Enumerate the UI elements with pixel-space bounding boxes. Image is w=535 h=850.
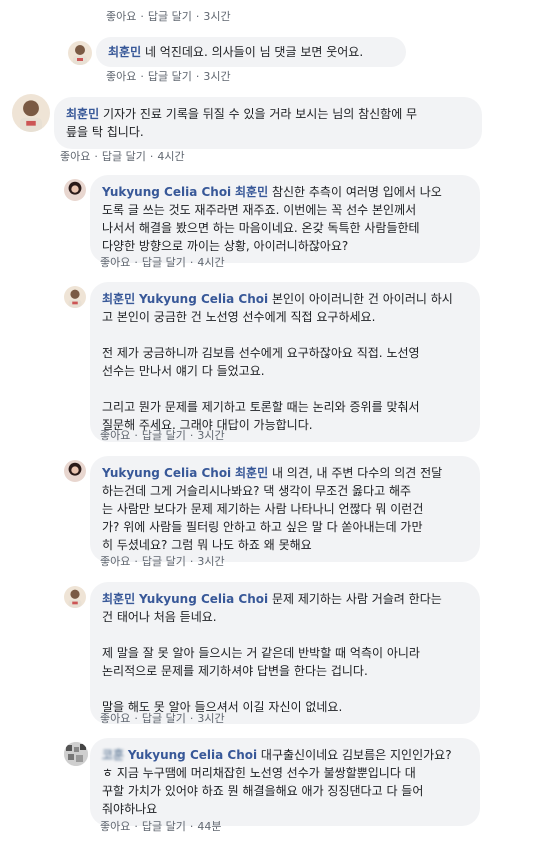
comment-text: 히 두셨네요? 그럼 뭐 나도 하죠 왜 못해요 <box>102 538 312 552</box>
comment-bubble: Yukyung Celia Choi 최훈민 내 의견, 내 주변 다수의 의견… <box>90 456 480 562</box>
author-name[interactable]: 최훈민 <box>66 107 99 121</box>
person-icon <box>68 462 82 476</box>
comment-bubble: 최훈민 기자가 진료 기록을 뒤질 수 있을 거라 보시는 님의 참신함에 무 … <box>54 97 482 149</box>
comment-text: 가? 위에 사람들 필터링 안하고 하고 싶은 말 다 쏟아내는데 가만 <box>102 520 423 534</box>
timestamp: 3시간 <box>203 10 231 23</box>
reply-link[interactable]: 답글 달기 <box>148 70 192 83</box>
comment-actions: 좋아요 · 답글 달기 · 4시간 <box>60 150 185 163</box>
timestamp: 4시간 <box>197 256 225 269</box>
mention-tag[interactable]: Yukyung Celia Choi <box>139 592 268 606</box>
person-icon <box>68 589 82 608</box>
avatar[interactable] <box>64 179 86 201</box>
comment-bubble: 최훈민 Yukyung Celia Choi 문제 제기하는 사람 거슬려 한다… <box>90 582 480 724</box>
like-link[interactable]: 좋아요 <box>100 820 130 833</box>
comment-actions-top: 좋아요 · 답글 달기 · 3시간 <box>106 10 231 23</box>
comment-text: 릎을 탁 칩니다. <box>66 125 144 139</box>
comment-bubble: 최훈민 Yukyung Celia Choi 본인이 아이러니한 건 아이러니 … <box>90 282 480 442</box>
comment-text: 하는건데 그게 거슬리시나봐요? 댁 생각이 무조건 옳다고 해주 <box>102 484 412 498</box>
comment-text: ㅎ 지금 누구땜에 머리채잡힌 노선영 선수가 불쌍할뿐입니다 대 <box>102 766 416 780</box>
comment-text: 다양한 방향으로 까이는 상황, 아이러니하잖아요? <box>102 239 349 253</box>
comment-text: 제 말을 잘 못 알아 들으시는 거 같은데 반박할 때 억측이 아니라 <box>102 646 420 660</box>
timestamp: 44분 <box>197 820 222 833</box>
timestamp: 3시간 <box>197 429 225 442</box>
avatar[interactable] <box>64 286 86 308</box>
timestamp: 3시간 <box>197 712 225 725</box>
comment-text: 전 제가 궁금하니까 김보름 선수에게 요구하잖아요 직접. 노선영 <box>102 346 420 360</box>
comment-text: 도록 글 쓰는 것도 재주라면 재주죠. 이번에는 꼭 선수 본인께서 <box>102 203 417 217</box>
like-link[interactable]: 좋아요 <box>100 429 130 442</box>
like-link[interactable]: 좋아요 <box>106 10 136 23</box>
like-link[interactable]: 좋아요 <box>100 712 130 725</box>
avatar[interactable] <box>12 94 50 132</box>
comment-text: 나서서 해결을 봤으면 하는 마음이네요. 온갖 독특한 사람들한테 <box>102 221 420 235</box>
author-name[interactable]: Yukyung Celia Choi <box>102 185 231 199</box>
timestamp: 3시간 <box>203 70 231 83</box>
comment-text: 고 본인이 궁금한 건 노선영 선수에게 직접 요구하세요. <box>102 310 376 324</box>
reply-link[interactable]: 답글 달기 <box>142 429 186 442</box>
comment-text: 내 의견, 내 주변 다수의 의견 전달 <box>271 466 443 480</box>
person-icon <box>73 45 87 65</box>
comment-text: 기자가 진료 기록을 뒤질 수 있을 거라 보시는 님의 참신함에 무 <box>102 107 418 121</box>
reply-link[interactable]: 답글 달기 <box>142 555 186 568</box>
author-name[interactable]: 최훈민 <box>108 45 141 59</box>
like-link[interactable]: 좋아요 <box>100 555 130 568</box>
comment-actions: 좋아요 · 답글 달기 · 3시간 <box>100 712 225 725</box>
reply-link[interactable]: 답글 달기 <box>142 820 186 833</box>
like-link[interactable]: 좋아요 <box>100 256 130 269</box>
comment-text: 선수는 만나서 얘기 다 들었고요. <box>102 364 265 378</box>
author-name[interactable]: 최훈민 <box>102 292 135 306</box>
comment-bubble: 코훈 Yukyung Celia Choi 대구출신이네요 김보름은 지인인가요… <box>90 738 480 826</box>
reply-link[interactable]: 답글 달기 <box>142 712 186 725</box>
person-icon <box>68 181 82 195</box>
mention-tag[interactable]: Yukyung Celia Choi <box>139 292 268 306</box>
comment-actions: 좋아요 · 답글 달기 · 3시간 <box>100 555 225 568</box>
person-icon <box>19 100 43 132</box>
reply-link[interactable]: 답글 달기 <box>142 256 186 269</box>
avatar[interactable] <box>64 742 88 766</box>
comment-actions: 좋아요 · 답글 달기 · 44분 <box>100 820 222 833</box>
comment-text: 건 태어나 처음 듣네요. <box>102 610 217 624</box>
comment-text: 그리고 뭔가 문제를 제기하고 토론할 때는 논리와 증위를 맞춰서 <box>102 400 420 414</box>
comment-actions: 좋아요 · 답글 달기 · 3시간 <box>100 429 225 442</box>
mention-tag[interactable]: 최훈민 <box>235 185 268 199</box>
avatar[interactable] <box>64 586 86 608</box>
avatar[interactable] <box>68 41 92 65</box>
comment-actions: 좋아요 · 답글 달기 · 3시간 <box>106 70 231 83</box>
blurred-avatar-icon <box>64 742 88 766</box>
mention-tag[interactable]: 최훈민 <box>235 466 268 480</box>
comment-bubble: Yukyung Celia Choi 최훈민 참신한 추측이 여러명 입에서 나… <box>90 175 480 263</box>
comment-bubble: 최훈민 네 억진데요. 의사들이 님 댓글 보면 웃어요. <box>96 37 406 67</box>
timestamp: 3시간 <box>197 555 225 568</box>
comment-text: 논리적으로 문제를 제기하셔야 답변을 한다는 겁니다. <box>102 664 368 678</box>
comment-text: 네 억진데요. 의사들이 님 댓글 보면 웃어요. <box>144 45 364 59</box>
comment-actions: 좋아요 · 답글 달기 · 4시간 <box>100 256 225 269</box>
comment-text: 꾸할 가치가 있어야 하죠 뭔 해결을해요 애가 징징댄다고 다 들어 <box>102 784 424 798</box>
person-icon <box>68 289 82 308</box>
comment-text: 대구출신이네요 김보름은 지인인가요? <box>260 748 452 762</box>
comment-text: 문제 제기하는 사람 거슬려 한다는 <box>271 592 442 606</box>
comment-text: 는 사람만 보다가 문제 제기하는 사람 나타나니 언짢다 뭐 이런건 <box>102 502 424 516</box>
reply-link[interactable]: 답글 달기 <box>102 150 146 163</box>
author-name[interactable]: 코훈 <box>102 748 124 762</box>
comment-text: 참신한 추측이 여러명 입에서 나오 <box>271 185 442 199</box>
timestamp: 4시간 <box>157 150 185 163</box>
reply-link[interactable]: 답글 달기 <box>148 10 192 23</box>
mention-tag[interactable]: Yukyung Celia Choi <box>128 748 257 762</box>
comment-text: 줘야하나요 <box>102 802 158 816</box>
like-link[interactable]: 좋아요 <box>106 70 136 83</box>
comment-text: 본인이 아이러니한 건 아이러니 하시 <box>271 292 453 306</box>
author-name[interactable]: Yukyung Celia Choi <box>102 466 231 480</box>
like-link[interactable]: 좋아요 <box>60 150 90 163</box>
avatar[interactable] <box>64 460 86 482</box>
author-name[interactable]: 최훈민 <box>102 592 135 606</box>
